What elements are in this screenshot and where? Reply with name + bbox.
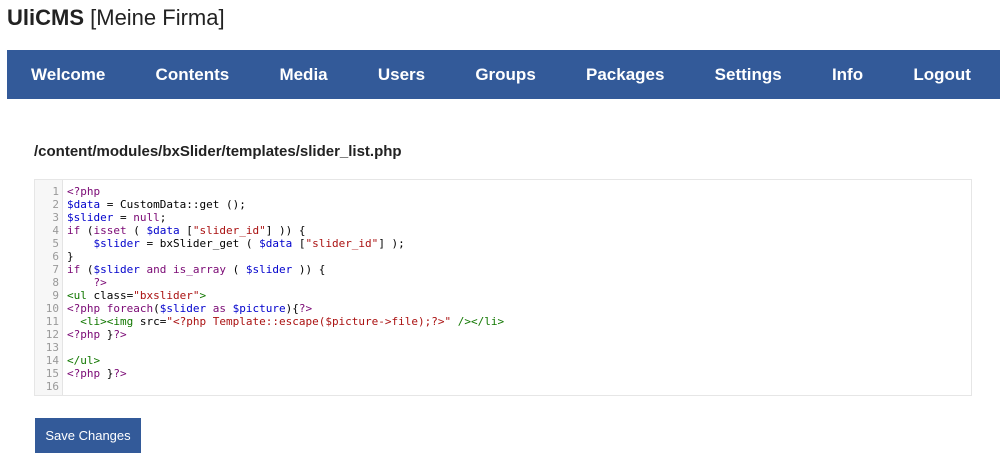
line-number: 15: [45, 367, 59, 380]
code-line: <?php }?>: [67, 328, 127, 341]
code-line: ​: [67, 380, 971, 393]
line-number-gutter: 1 2 3 4 5 6 7 8 9 10 11 12 13 14 15 16: [35, 180, 63, 395]
line-number: 5: [52, 237, 59, 250]
line-number: 6: [52, 250, 59, 263]
code-line: <?php }?>: [67, 367, 127, 380]
nav-welcome[interactable]: Welcome: [31, 50, 105, 99]
code-line: <li><img src="<?php Template::escape($pi…: [80, 315, 505, 328]
nav-contents[interactable]: Contents: [156, 50, 230, 99]
line-number: 14: [45, 354, 59, 367]
line-number: 7: [52, 263, 59, 276]
code-line: $slider = null;: [67, 211, 167, 224]
nav-media[interactable]: Media: [279, 50, 327, 99]
nav-groups[interactable]: Groups: [475, 50, 535, 99]
nav-users[interactable]: Users: [378, 50, 425, 99]
site-name: [Meine Firma]: [90, 5, 225, 30]
line-number: 10: [45, 302, 59, 315]
line-number: 16: [45, 380, 59, 393]
nav-info[interactable]: Info: [832, 50, 863, 99]
nav-settings[interactable]: Settings: [715, 50, 782, 99]
nav-packages[interactable]: Packages: [586, 50, 664, 99]
line-number: 11: [45, 315, 59, 328]
code-area[interactable]: <?php $data = CustomData::get (); $slider …: [63, 180, 971, 395]
app-brand: UliCMS: [7, 5, 84, 30]
code-line: if ($slider and is_array ( $slider )) {: [67, 263, 326, 276]
code-line: if (isset ( $data ["slider_id"] )) {: [67, 224, 306, 237]
code-editor[interactable]: 1 2 3 4 5 6 7 8 9 10 11 12 13 14 15 16 <?php $data = Cus…: [34, 179, 972, 396]
code-line: <?php foreach($slider as $picture){?>: [67, 302, 313, 315]
code-line: <?php: [67, 185, 101, 198]
code-line: </ul>: [67, 354, 101, 367]
line-number: 2: [52, 198, 59, 211]
line-number: 13: [45, 341, 59, 354]
line-number: 9: [52, 289, 59, 302]
line-number: 4: [52, 224, 59, 237]
line-number: 3: [52, 211, 59, 224]
save-changes-button[interactable]: Save Changes: [35, 418, 141, 453]
code-line: <ul class="bxslider">: [67, 289, 207, 302]
line-number: 8: [52, 276, 59, 289]
code-line: ?>: [93, 276, 107, 289]
app-title: UliCMS [Meine Firma]: [7, 4, 225, 32]
code-line: $slider = bxSlider_get ( $data ["slider_…: [93, 237, 405, 250]
code-line: }: [67, 250, 74, 263]
code-line: $data = CustomData::get ();: [67, 198, 246, 211]
file-path-heading: /content/modules/bxSlider/templates/slid…: [34, 143, 402, 160]
main-nav: Welcome Contents Media Users Groups Pack…: [7, 50, 1000, 99]
nav-logout[interactable]: Logout: [913, 50, 971, 99]
line-number: 12: [45, 328, 59, 341]
code-line: ​: [67, 341, 971, 354]
line-number: 1: [52, 185, 59, 198]
